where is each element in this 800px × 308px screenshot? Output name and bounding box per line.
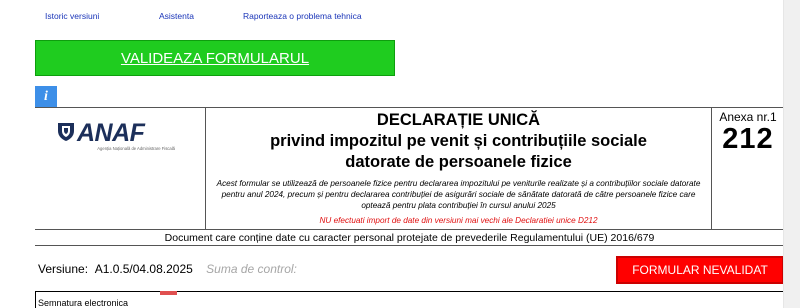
- shield-icon: [58, 123, 74, 141]
- anaf-logo: ANAF Agenția Națională de Administrare F…: [57, 118, 177, 158]
- import-warning: NU efectuati import de date din versiuni…: [319, 216, 598, 225]
- signature-marker: [160, 291, 177, 295]
- form-header: ANAF Agenția Națională de Administrare F…: [35, 107, 784, 230]
- signature-section: Semnatura electronica: [35, 291, 784, 308]
- history-link[interactable]: Istoric versiuni: [45, 11, 99, 21]
- validate-form-button[interactable]: VALIDEAZA FORMULARUL: [35, 40, 395, 76]
- logo-subtitle: Agenția Națională de Administrare Fiscal…: [97, 146, 175, 151]
- form-status-button[interactable]: FORMULAR NEVALIDAT: [616, 256, 784, 284]
- vertical-scrollbar[interactable]: [783, 0, 800, 308]
- logo-cell: ANAF Agenția Națională de Administrare F…: [35, 108, 206, 229]
- page-subtitle-line2: datorate de persoanele fizice: [345, 153, 572, 171]
- logo-wordmark: ANAF: [77, 119, 145, 147]
- version-label: Versiune:: [38, 262, 89, 276]
- form-page: Istoric versiuni Asistenta Raporteaza o …: [0, 0, 800, 308]
- info-icon[interactable]: i: [35, 86, 57, 107]
- assistance-link[interactable]: Asistenta: [159, 11, 194, 21]
- gdpr-notice: Document care conține date cu caracter p…: [35, 231, 784, 246]
- anexa-number: 212: [722, 123, 774, 155]
- report-problem-link[interactable]: Raporteaza o problema tehnica: [243, 11, 362, 21]
- title-cell: DECLARAȚIE UNICĂ privind impozitul pe ve…: [206, 108, 712, 229]
- checksum-label: Suma de control:: [206, 262, 297, 276]
- anexa-cell: Anexa nr.1 212: [712, 108, 784, 229]
- page-title: DECLARAȚIE UNICĂ: [376, 111, 541, 129]
- page-subtitle-line1: privind impozitul pe venit și contribuți…: [270, 132, 647, 150]
- form-description: Acest formular se utilizează de persoane…: [216, 179, 701, 210]
- version-info: Versiune: A1.0.5/04.08.2025 Suma de cont…: [38, 262, 297, 276]
- version-value: A1.0.5/04.08.2025: [94, 262, 193, 276]
- anexa-label: Anexa nr.1: [719, 110, 777, 124]
- signature-label: Semnatura electronica: [38, 298, 129, 308]
